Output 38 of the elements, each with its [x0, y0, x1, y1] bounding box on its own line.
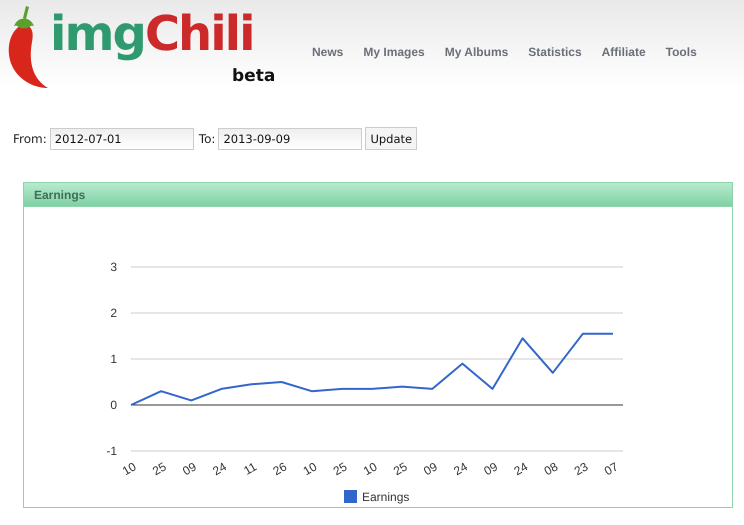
logo-text: img [50, 10, 145, 58]
legend-label: Earnings [362, 490, 410, 504]
axis-label: 10 [360, 459, 380, 478]
axis-label: 09 [481, 459, 500, 478]
nav-link[interactable]: My Albums [444, 45, 508, 59]
axis-label: 24 [512, 459, 530, 478]
axis-label: 08 [542, 459, 560, 478]
panel-title: Earnings [34, 188, 86, 202]
axis-label: 10 [120, 459, 138, 478]
axis-label: 0 [110, 398, 117, 412]
from-label: From: [13, 132, 47, 146]
update-button[interactable]: Update [365, 127, 418, 150]
nav-link[interactable]: My Images [363, 45, 425, 59]
axis-label: 1 [110, 352, 117, 366]
to-label: To: [198, 132, 216, 146]
axis-label: 24 [451, 459, 470, 478]
nav-link[interactable]: Statistics [528, 45, 582, 59]
axis-label: 26 [270, 459, 290, 478]
from-date-field[interactable]: 2012-07-01 [50, 128, 194, 150]
nav-link[interactable]: News [312, 45, 344, 59]
nav-link[interactable]: Tools [666, 45, 697, 59]
axis-label: 2 [110, 306, 117, 320]
axis-label: 3 [110, 260, 117, 274]
axis-label: 07 [602, 459, 620, 478]
axis-label: 23 [572, 459, 590, 478]
axis-label: 25 [150, 459, 169, 478]
to-date-field[interactable]: 2013-09-09 [218, 128, 362, 150]
axis-label: 10 [300, 459, 320, 478]
axis-label: -1 [106, 444, 117, 458]
nav-link[interactable]: Affiliate [602, 45, 646, 59]
axis-label: 11 [241, 459, 259, 478]
axis-label: 09 [421, 459, 440, 478]
axis-label: 25 [391, 459, 410, 478]
axis-label: 24 [210, 459, 229, 478]
axis-label: 25 [330, 459, 350, 478]
axis-label: 09 [180, 459, 199, 478]
logo-text: Chili [144, 10, 254, 58]
beta-label: beta [232, 66, 276, 86]
